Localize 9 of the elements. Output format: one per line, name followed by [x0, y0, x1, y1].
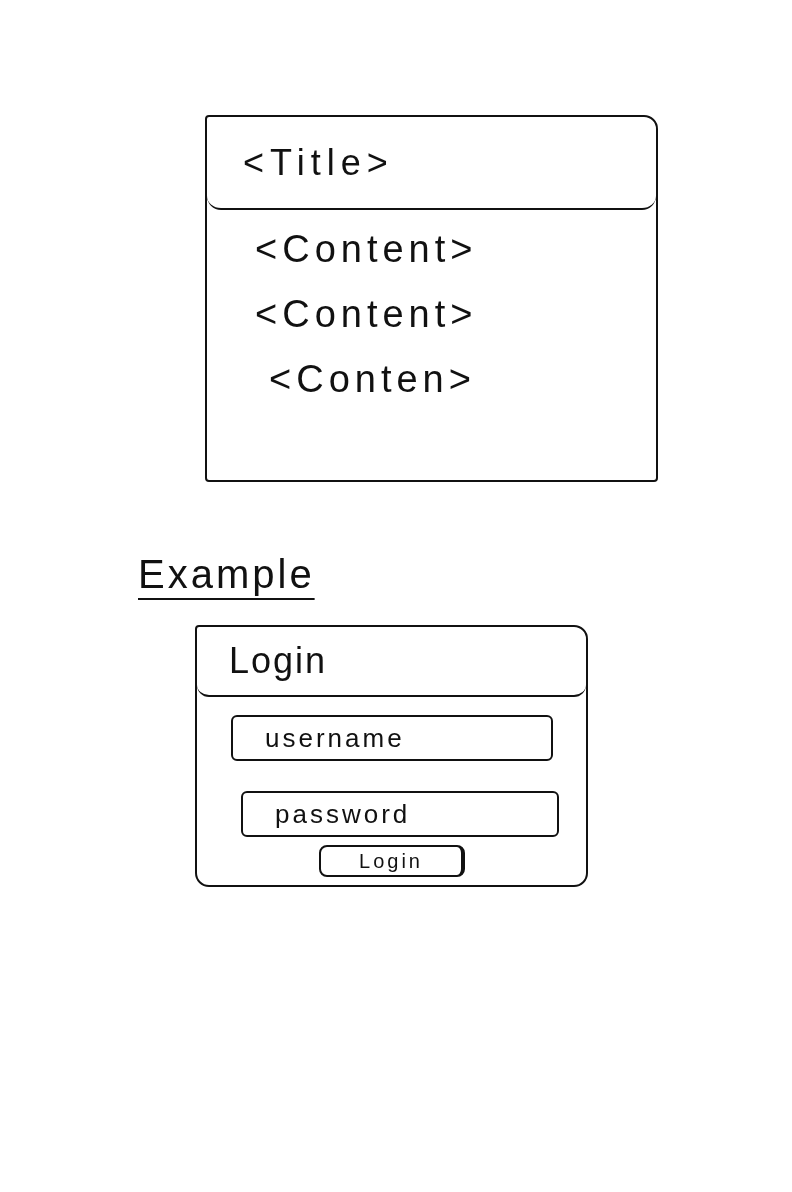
- card-title: <Title>: [243, 141, 394, 184]
- example-heading: Example: [138, 552, 315, 597]
- content-text: <Conten>: [269, 358, 476, 401]
- login-title: Login: [229, 640, 328, 682]
- content-text: <Content>: [255, 228, 478, 271]
- content-text: <Content>: [255, 293, 478, 336]
- input-field[interactable]: username: [231, 715, 553, 761]
- input-field[interactable]: password: [241, 791, 559, 837]
- login-button[interactable]: Login: [319, 845, 465, 877]
